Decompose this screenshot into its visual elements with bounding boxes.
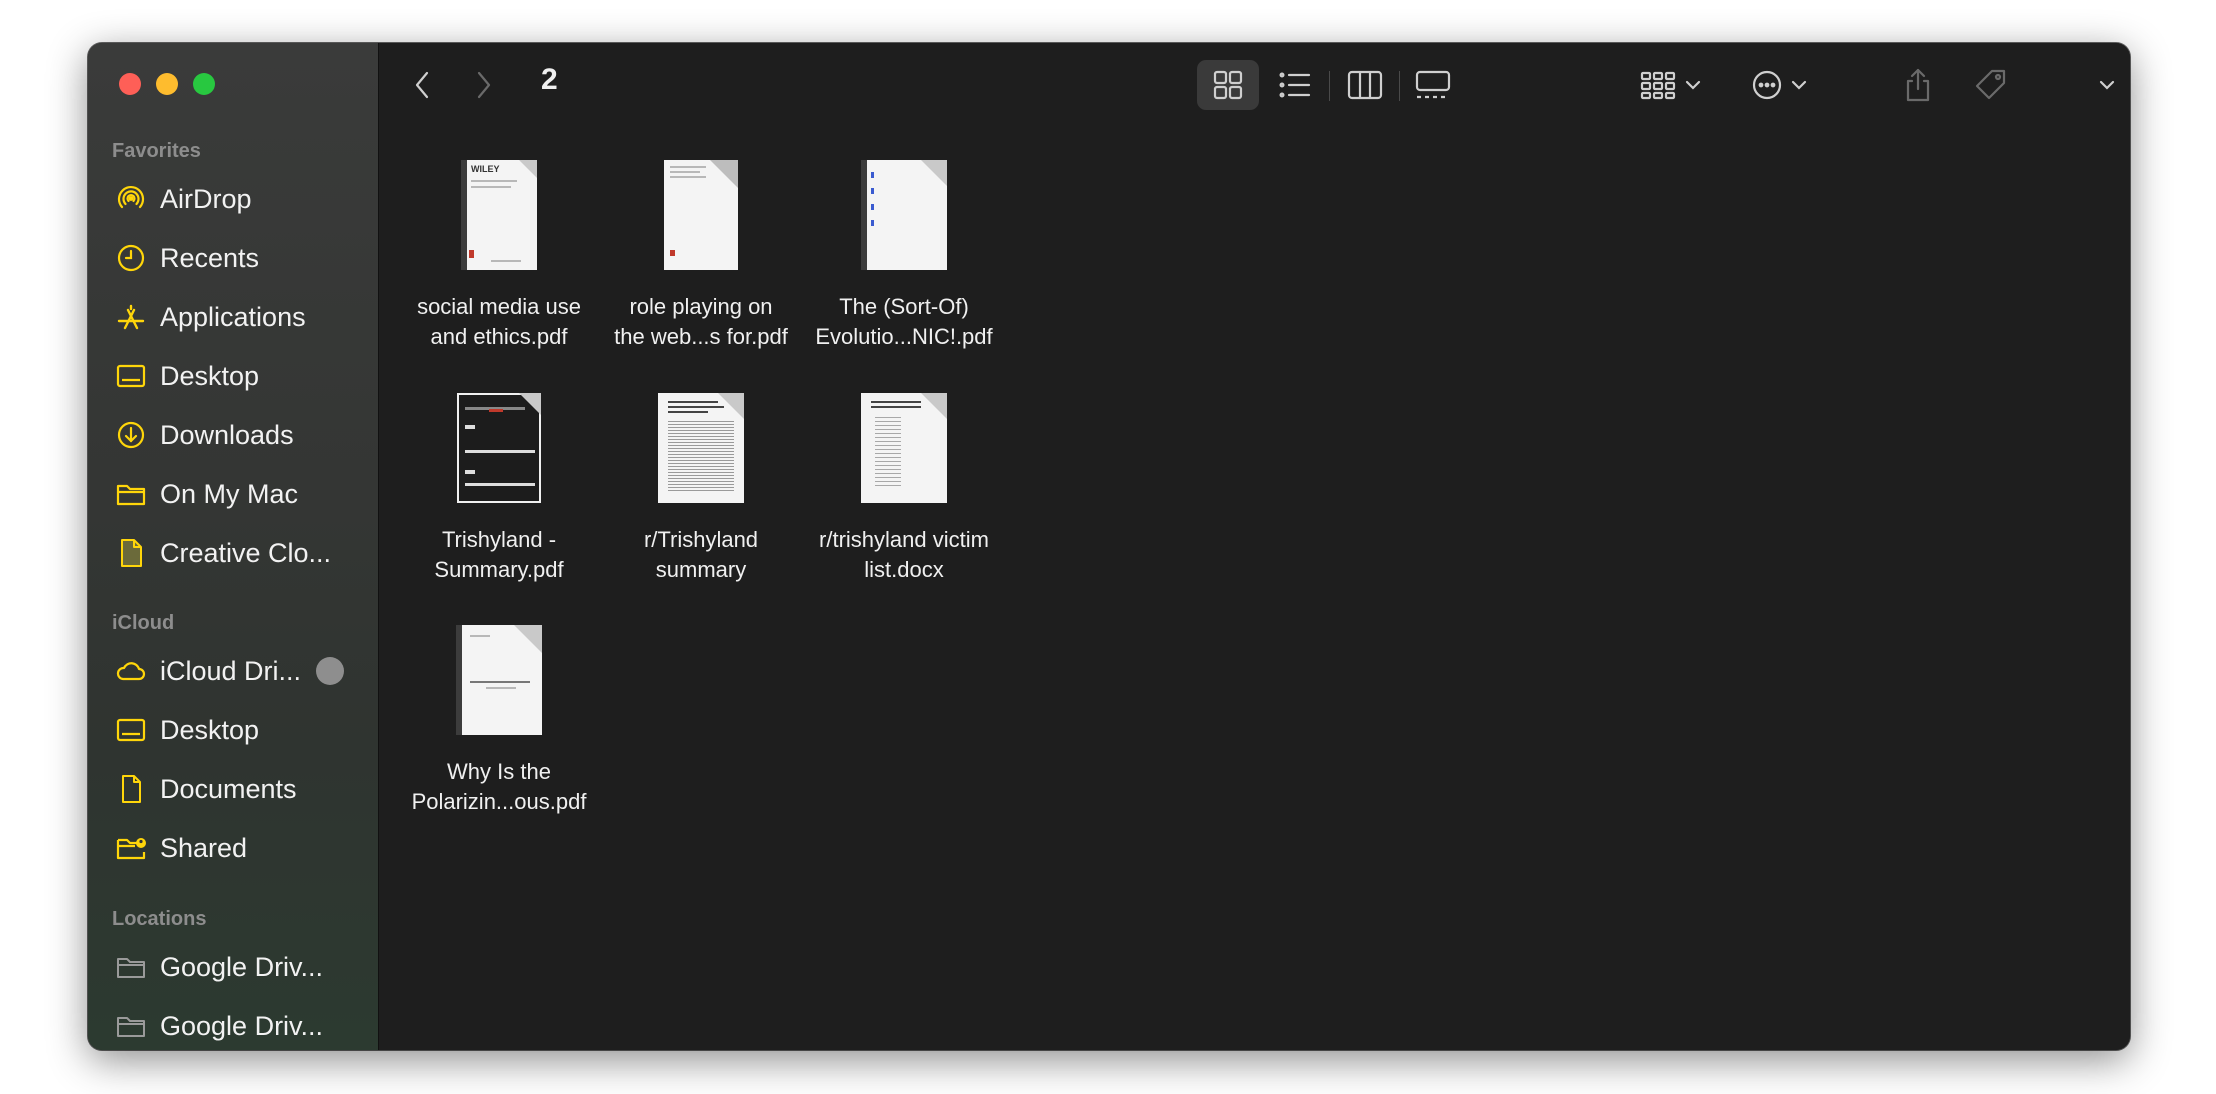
pdf-thumbnail bbox=[457, 393, 541, 503]
pdf-thumbnail bbox=[664, 160, 738, 270]
chevron-down-icon bbox=[1685, 80, 1701, 90]
file-name: social media use and ethics.pdf bbox=[417, 294, 581, 349]
desktop-icon bbox=[114, 713, 148, 747]
toolbar-separator bbox=[1329, 71, 1330, 101]
gallery-icon bbox=[1415, 70, 1451, 99]
sidebar-item-google-drive-2[interactable]: Google Driv... bbox=[114, 1001, 364, 1050]
share-icon bbox=[1906, 68, 1930, 102]
share-button[interactable] bbox=[1893, 60, 1943, 110]
file-name: The (Sort-Of) Evolutio...NIC!.pdf bbox=[815, 294, 993, 349]
drive-icon bbox=[114, 1009, 148, 1043]
sidebar-item-label: Google Driv... bbox=[160, 1010, 324, 1041]
sidebar-item-label: iCloud Dri... bbox=[160, 655, 302, 686]
sidebar-item-label: Documents bbox=[160, 773, 297, 804]
shared-folder-icon bbox=[114, 831, 148, 865]
tag-icon bbox=[1975, 69, 2006, 100]
chevron-down-icon bbox=[2099, 80, 2115, 90]
tag-button[interactable] bbox=[1963, 60, 2019, 110]
grid-icon bbox=[1213, 70, 1243, 100]
sidebar-item-label: On My Mac bbox=[160, 478, 299, 509]
file-item[interactable]: WILEY social media use and ethics.pdf bbox=[399, 160, 599, 352]
sidebar-item-label: Downloads bbox=[160, 419, 294, 450]
sidebar-item-label: Applications bbox=[160, 301, 306, 332]
sidebar-item-documents[interactable]: Documents bbox=[114, 764, 364, 814]
sidebar-item-applications[interactable]: Applications bbox=[114, 292, 364, 342]
file-name: role playing on the web...s for.pdf bbox=[614, 294, 788, 349]
window-controls bbox=[119, 73, 215, 95]
file-item[interactable]: role playing on the web...s for.pdf bbox=[601, 160, 801, 352]
section-icloud: iCloud bbox=[112, 612, 175, 634]
sidebar-item-label: Recents bbox=[160, 242, 260, 273]
list-icon bbox=[1279, 72, 1311, 98]
chevron-right-icon bbox=[477, 71, 491, 99]
file-item[interactable]: Trishyland - Summary.pdf bbox=[399, 393, 599, 585]
sidebar: Favorites AirDrop Recents Applications D… bbox=[88, 43, 379, 1050]
sidebar-item-desktop[interactable]: Desktop bbox=[114, 351, 364, 401]
sidebar-item-label: Desktop bbox=[160, 360, 260, 391]
wiley-logo: WILEY bbox=[471, 164, 500, 174]
group-icon bbox=[1640, 71, 1676, 100]
sidebar-item-label: AirDrop bbox=[160, 183, 252, 214]
sidebar-item-shared[interactable]: Shared bbox=[114, 823, 364, 873]
column-view-button[interactable] bbox=[1337, 60, 1393, 110]
action-menu-button[interactable] bbox=[1743, 60, 1815, 110]
sidebar-item-airdrop[interactable]: AirDrop bbox=[114, 174, 364, 224]
close-button[interactable] bbox=[119, 73, 141, 95]
file-item[interactable]: r/trishyland victim list.docx bbox=[804, 393, 1004, 585]
finder-window: Favorites AirDrop Recents Applications D… bbox=[88, 43, 2130, 1050]
docx-thumbnail bbox=[861, 393, 947, 503]
file-name: Trishyland - Summary.pdf bbox=[434, 527, 564, 582]
columns-icon bbox=[1347, 70, 1383, 100]
sidebar-item-creative-cloud[interactable]: Creative Clo... bbox=[114, 528, 364, 578]
cloud-icon bbox=[114, 654, 148, 688]
sidebar-item-on-my-mac[interactable]: On My Mac bbox=[114, 469, 364, 519]
sidebar-item-icloud-desktop[interactable]: Desktop bbox=[114, 705, 364, 755]
sidebar-item-google-drive-1[interactable]: Google Driv... bbox=[114, 942, 364, 992]
file-browser: 2 WILEY social media use and ethics.pdf … bbox=[379, 43, 2130, 1050]
toolbar-overflow-button[interactable] bbox=[2087, 60, 2127, 110]
toolbar-separator bbox=[1399, 71, 1400, 101]
group-by-button[interactable] bbox=[1635, 60, 1707, 110]
chevron-left-icon bbox=[415, 71, 429, 99]
folder-icon bbox=[114, 477, 148, 511]
applications-icon bbox=[114, 300, 148, 334]
minimize-button[interactable] bbox=[156, 73, 178, 95]
document-icon bbox=[114, 536, 148, 570]
file-item[interactable]: r/Trishyland summary bbox=[601, 393, 801, 585]
sidebar-item-label: Shared bbox=[160, 832, 248, 863]
pdf-thumbnail bbox=[861, 160, 947, 270]
file-name: r/Trishyland summary bbox=[643, 527, 759, 582]
sidebar-item-recents[interactable]: Recents bbox=[114, 233, 364, 283]
section-locations: Locations bbox=[112, 908, 207, 930]
chevron-down-icon bbox=[1791, 80, 1807, 90]
sidebar-item-downloads[interactable]: Downloads bbox=[114, 410, 364, 460]
back-button[interactable] bbox=[405, 67, 439, 103]
gallery-view-button[interactable] bbox=[1405, 60, 1461, 110]
sidebar-item-label: Creative Clo... bbox=[160, 537, 332, 568]
forward-button[interactable] bbox=[467, 67, 501, 103]
drive-icon bbox=[114, 950, 148, 984]
download-icon bbox=[114, 418, 148, 452]
desktop-icon bbox=[114, 359, 148, 393]
zoom-button[interactable] bbox=[193, 73, 215, 95]
airdrop-icon bbox=[114, 182, 148, 216]
document-icon bbox=[114, 772, 148, 806]
more-icon bbox=[1752, 70, 1782, 100]
file-item[interactable]: Why Is the Polarizin...ous.pdf bbox=[399, 625, 599, 817]
icon-view-button[interactable] bbox=[1197, 60, 1259, 110]
clock-icon bbox=[114, 241, 148, 275]
list-view-button[interactable] bbox=[1267, 60, 1323, 110]
icloud-status-indicator bbox=[316, 657, 344, 685]
sidebar-item-label: Google Driv... bbox=[160, 951, 324, 982]
file-name: r/trishyland victim list.docx bbox=[819, 527, 989, 582]
pdf-thumbnail: WILEY bbox=[461, 160, 537, 270]
file-name: Why Is the Polarizin...ous.pdf bbox=[411, 759, 587, 814]
section-favorites: Favorites bbox=[112, 140, 201, 162]
sidebar-item-label: Desktop bbox=[160, 714, 260, 745]
toolbar: 2 bbox=[379, 43, 2130, 128]
doc-thumbnail bbox=[658, 393, 744, 503]
window-title: 2 bbox=[541, 63, 558, 96]
file-item[interactable]: The (Sort-Of) Evolutio...NIC!.pdf bbox=[804, 160, 1004, 352]
pdf-thumbnail bbox=[456, 625, 542, 735]
